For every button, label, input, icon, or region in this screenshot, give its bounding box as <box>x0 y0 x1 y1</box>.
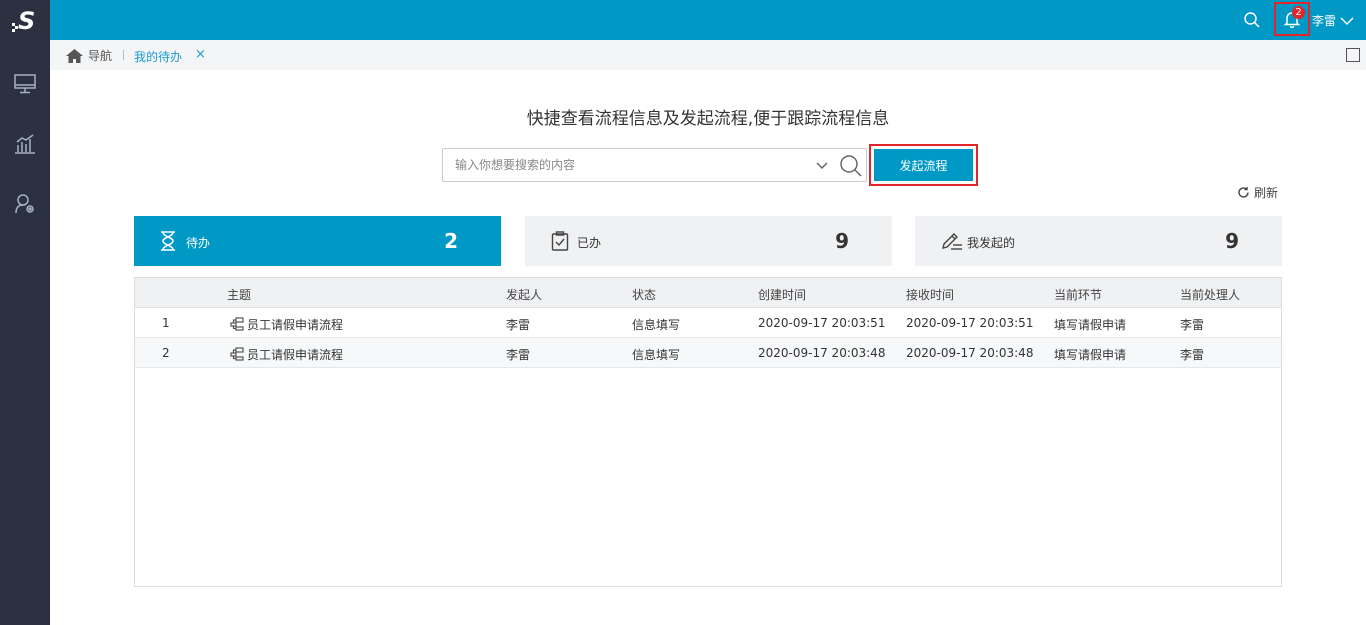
row-status: 信息填写 <box>632 316 680 333</box>
tab-todo-label: 待办 <box>186 234 210 251</box>
logo: S <box>0 0 50 40</box>
row-subject[interactable]: 员工请假申请流程 <box>230 316 343 333</box>
tab-my-todo[interactable]: 我的待办 <box>134 48 182 65</box>
top-bar: 2 李雷 <box>50 0 1366 40</box>
workflow-icon <box>230 347 244 361</box>
breadcrumb-divider <box>123 50 124 60</box>
column-header-step[interactable]: 当前环节 <box>1054 286 1102 303</box>
refresh-icon <box>1237 186 1250 199</box>
row-index: 2 <box>162 346 170 360</box>
refresh-button[interactable]: 刷新 <box>1237 184 1278 201</box>
search-box <box>442 148 867 182</box>
tab-initiated-label: 我发起的 <box>967 234 1015 251</box>
column-header-created[interactable]: 创建时间 <box>758 286 806 303</box>
notification-button[interactable]: 2 <box>1274 2 1310 36</box>
tab-done[interactable]: 已办 9 <box>525 216 892 266</box>
row-handler: 李雷 <box>1180 346 1204 363</box>
table-row[interactable]: 2 员工请假申请流程 李雷 信息填写 2020-09-17 20:03:48 2… <box>135 338 1281 368</box>
row-received: 2020-09-17 20:03:51 <box>906 316 1033 330</box>
tab-initiated[interactable]: 我发起的 9 <box>915 216 1282 266</box>
search-icon[interactable] <box>1243 11 1261 29</box>
row-status: 信息填写 <box>632 346 680 363</box>
todo-table: 主题 发起人 状态 创建时间 接收时间 当前环节 当前处理人 1 员工请假申请流… <box>134 277 1282 587</box>
notification-badge: 2 <box>1292 6 1305 19</box>
row-created: 2020-09-17 20:03:51 <box>758 316 885 330</box>
tab-done-count: 9 <box>835 229 849 253</box>
workflow-icon <box>230 317 244 331</box>
row-subject-text: 员工请假申请流程 <box>247 318 343 332</box>
search-icon[interactable] <box>839 154 863 178</box>
row-created: 2020-09-17 20:03:48 <box>758 346 885 360</box>
row-initiator: 李雷 <box>506 316 530 333</box>
column-header-status[interactable]: 状态 <box>632 286 656 303</box>
row-received: 2020-09-17 20:03:48 <box>906 346 1033 360</box>
row-index: 1 <box>162 316 170 330</box>
chart-icon[interactable] <box>13 132 37 156</box>
user-name: 李雷 <box>1312 12 1336 29</box>
row-handler: 李雷 <box>1180 316 1204 333</box>
column-header-initiator[interactable]: 发起人 <box>506 286 542 303</box>
row-initiator: 李雷 <box>506 346 530 363</box>
edit-pen-icon <box>941 231 963 251</box>
breadcrumb-home-label: 导航 <box>88 47 112 64</box>
row-subject-text: 员工请假申请流程 <box>247 348 343 362</box>
breadcrumb-home[interactable]: 导航 <box>66 47 112 64</box>
svg-text:S: S <box>18 7 35 34</box>
fullscreen-icon[interactable] <box>1346 48 1360 62</box>
row-step: 填写请假申请 <box>1054 316 1126 333</box>
user-settings-icon[interactable] <box>13 192 37 216</box>
row-step: 填写请假申请 <box>1054 346 1126 363</box>
table-row[interactable]: 1 员工请假申请流程 李雷 信息填写 2020-09-17 20:03:51 2… <box>135 308 1281 338</box>
monitor-icon[interactable] <box>13 72 37 96</box>
checked-clipboard-icon <box>551 231 569 251</box>
start-process-highlight: 发起流程 <box>869 144 978 186</box>
search-input[interactable] <box>455 156 795 174</box>
tab-todo-count: 2 <box>444 229 458 253</box>
start-process-button[interactable]: 发起流程 <box>874 149 973 181</box>
column-header-received[interactable]: 接收时间 <box>906 286 954 303</box>
home-icon <box>66 49 83 63</box>
close-tab-icon[interactable]: × <box>195 47 206 62</box>
chevron-down-icon <box>1340 16 1354 26</box>
chevron-down-icon[interactable] <box>815 158 829 172</box>
tab-todo[interactable]: 待办 2 <box>134 216 501 266</box>
hourglass-icon <box>160 231 176 251</box>
refresh-label: 刷新 <box>1254 184 1278 201</box>
column-header-subject[interactable]: 主题 <box>227 286 251 303</box>
sidebar: S <box>0 0 50 625</box>
breadcrumb: 导航 我的待办 × <box>50 40 1366 70</box>
row-subject[interactable]: 员工请假申请流程 <box>230 346 343 363</box>
page-headline: 快捷查看流程信息及发起流程,便于跟踪流程信息 <box>0 104 1366 129</box>
tab-initiated-count: 9 <box>1225 229 1239 253</box>
user-menu[interactable]: 李雷 <box>1312 12 1354 29</box>
table-header: 主题 发起人 状态 创建时间 接收时间 当前环节 当前处理人 <box>135 278 1281 308</box>
column-header-handler[interactable]: 当前处理人 <box>1180 286 1240 303</box>
tab-done-label: 已办 <box>577 234 601 251</box>
